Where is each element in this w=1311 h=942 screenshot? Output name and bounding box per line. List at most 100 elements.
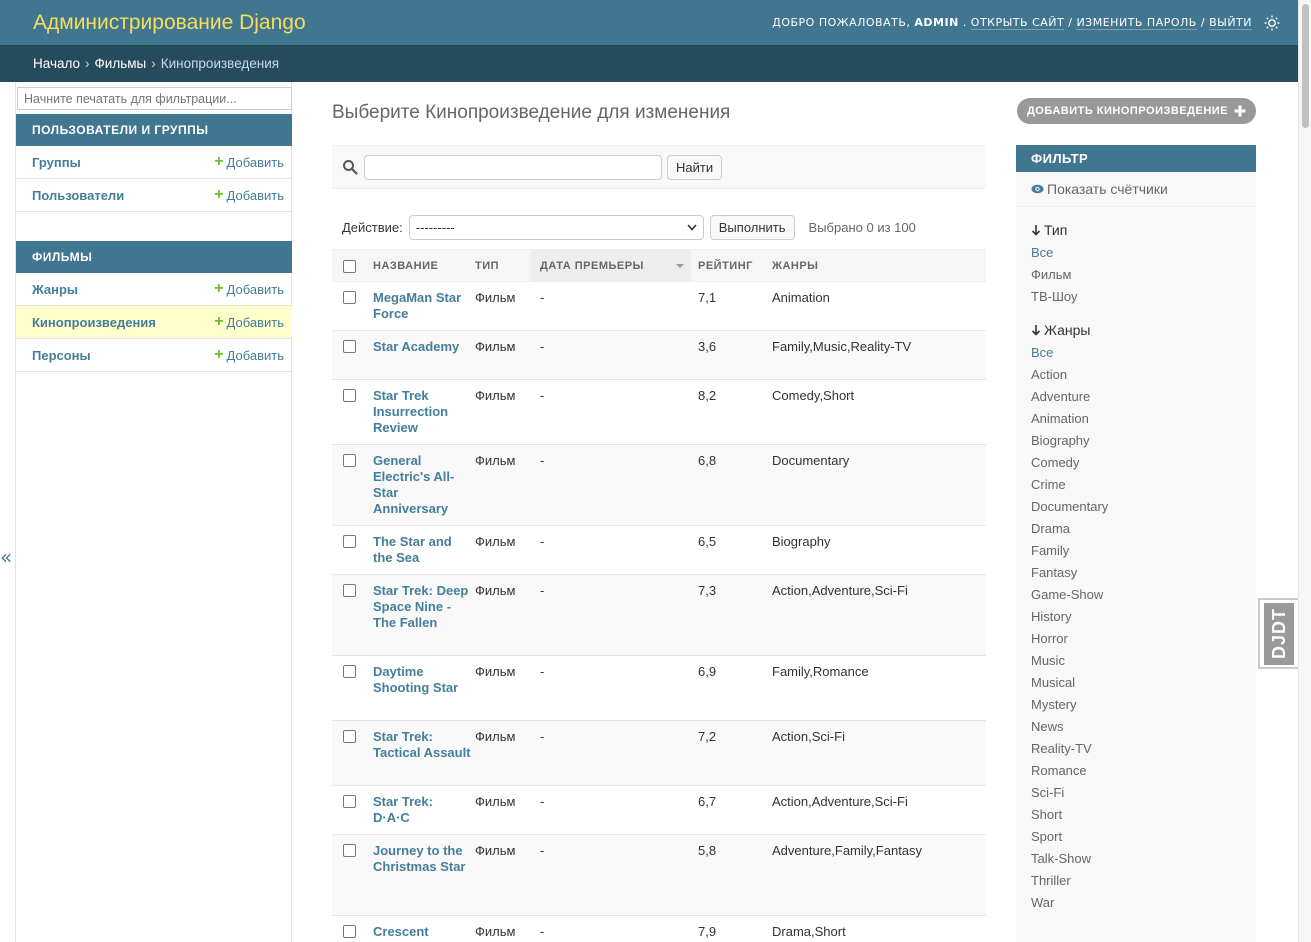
filter-option-genre[interactable]: Music xyxy=(1031,649,1241,671)
filter-heading-genres[interactable]: Жанры xyxy=(1016,319,1256,341)
sidebar-item-filmworks[interactable]: Кинопроизведения + Добавить xyxy=(16,306,292,339)
filter-option-genre[interactable]: War xyxy=(1031,891,1241,913)
logout-link[interactable]: ВЫЙТИ xyxy=(1209,16,1252,30)
row-title-link[interactable]: General Electric's All-Star Anniversary xyxy=(373,453,454,516)
select-all-checkbox[interactable] xyxy=(343,259,356,273)
row-checkbox[interactable] xyxy=(343,291,356,304)
add-link[interactable]: + Добавить xyxy=(214,314,284,330)
filter-option-genre[interactable]: Documentary xyxy=(1031,495,1241,517)
sidebar-item-genres[interactable]: Жанры + Добавить xyxy=(16,273,292,306)
column-header-rating[interactable]: РЕЙТИНГ xyxy=(691,260,765,272)
filter-option-genre[interactable]: Family xyxy=(1031,539,1241,561)
column-header-title[interactable]: НАЗВАНИЕ xyxy=(367,260,473,272)
filter-option-genre[interactable]: Musical xyxy=(1031,671,1241,693)
filter-option-genre[interactable]: Crime xyxy=(1031,473,1241,495)
search-input[interactable] xyxy=(364,154,662,180)
sidebar-item-users[interactable]: Пользователи + Добавить xyxy=(16,179,292,212)
filter-option-type[interactable]: Фильм xyxy=(1031,263,1241,285)
add-link[interactable]: + Добавить xyxy=(214,281,284,297)
filter-option-genre[interactable]: Game-Show xyxy=(1031,583,1241,605)
model-link[interactable]: Кинопроизведения xyxy=(32,315,156,330)
nav-filter-input[interactable] xyxy=(17,87,292,110)
filter-option-genre[interactable]: Animation xyxy=(1031,407,1241,429)
model-link[interactable]: Пользователи xyxy=(32,188,124,203)
row-title-link[interactable]: Star Trek: Deep Space Nine - The Fallen xyxy=(373,583,468,630)
row-title-link[interactable]: Daytime Shooting Star xyxy=(373,664,458,695)
row-title-link[interactable]: MegaMan Star Force xyxy=(373,290,461,321)
add-link[interactable]: + Добавить xyxy=(214,347,284,363)
row-checkbox[interactable] xyxy=(343,665,356,678)
filter-option-type[interactable]: ТВ-Шоу xyxy=(1031,285,1241,307)
sidebar-item-persons[interactable]: Персоны + Добавить xyxy=(16,339,292,372)
filter-option-genre[interactable]: Sci-Fi xyxy=(1031,781,1241,803)
filter-option-genre[interactable]: Drama xyxy=(1031,517,1241,539)
row-checkbox[interactable] xyxy=(343,730,356,743)
model-link[interactable]: Группы xyxy=(32,155,81,170)
add-filmwork-button[interactable]: ДОБАВИТЬ КИНОПРОИЗВЕДЕНИЕ xyxy=(1017,98,1256,124)
filter-option-genre[interactable]: Action xyxy=(1031,363,1241,385)
django-debug-toolbar-handle[interactable]: DJDT xyxy=(1258,598,1298,669)
row-premiere: - xyxy=(540,729,545,744)
column-header-type[interactable]: ТИП xyxy=(473,260,531,272)
page-scrollbar[interactable] xyxy=(1298,0,1311,942)
toggle-nav-sidebar-button[interactable]: « xyxy=(0,545,12,569)
filter-option-genre[interactable]: Sport xyxy=(1031,825,1241,847)
row-checkbox[interactable] xyxy=(343,925,356,938)
row-checkbox[interactable] xyxy=(343,389,356,402)
row-checkbox[interactable] xyxy=(343,844,356,857)
row-genres: Family,Music,Reality-TV xyxy=(772,339,912,354)
module-caption-movies[interactable]: ФИЛЬМЫ xyxy=(16,241,292,273)
row-checkbox[interactable] xyxy=(343,795,356,808)
filter-option-genre[interactable]: Thriller xyxy=(1031,869,1241,891)
filter-option-genre[interactable]: History xyxy=(1031,605,1241,627)
add-link[interactable]: + Добавить xyxy=(214,187,284,203)
filter-heading-type[interactable]: Тип xyxy=(1016,219,1256,241)
row-title-link[interactable]: The Star and the Sea xyxy=(373,534,452,565)
sort-descending-icon[interactable] xyxy=(675,263,685,269)
row-title-link[interactable]: Star Trek Insurrection Review xyxy=(373,388,448,435)
add-link[interactable]: + Добавить xyxy=(214,154,284,170)
view-site-link[interactable]: ОТКРЫТЬ САЙТ xyxy=(970,16,1065,30)
row-checkbox[interactable] xyxy=(343,340,356,353)
row-checkbox[interactable] xyxy=(343,454,356,467)
row-title-link[interactable]: Journey to the Christmas Star xyxy=(373,843,465,874)
filter-option-genre[interactable]: Adventure xyxy=(1031,385,1241,407)
filter-option-genre[interactable]: Horror xyxy=(1031,627,1241,649)
filter-option-genre[interactable]: Reality-TV xyxy=(1031,737,1241,759)
filter-option-genre[interactable]: Short xyxy=(1031,803,1241,825)
filter-option-genre[interactable]: News xyxy=(1031,715,1241,737)
show-counts-link[interactable]: Показать счётчики xyxy=(1016,172,1256,207)
breadcrumb-app[interactable]: Фильмы xyxy=(95,56,147,71)
column-header-genres[interactable]: ЖАНРЫ xyxy=(765,260,985,272)
filter-option-genre[interactable]: Romance xyxy=(1031,759,1241,781)
scrollbar-thumb[interactable] xyxy=(1302,4,1309,128)
filter-option-type[interactable]: Все xyxy=(1031,241,1241,263)
column-header-premiere[interactable]: ДАТА ПРЕМЬЕРЫ xyxy=(531,250,691,281)
action-go-button[interactable]: Выполнить xyxy=(709,214,795,240)
model-link[interactable]: Жанры xyxy=(32,282,78,297)
filter-option-genre[interactable]: Comedy xyxy=(1031,451,1241,473)
sidebar-item-groups[interactable]: Группы + Добавить xyxy=(16,146,292,179)
change-password-link[interactable]: ИЗМЕНИТЬ ПАРОЛЬ xyxy=(1076,16,1197,30)
filter-option-genre[interactable]: Mystery xyxy=(1031,693,1241,715)
filter-option-genre[interactable]: Biography xyxy=(1031,429,1241,451)
filter-option-genre[interactable]: Все xyxy=(1031,341,1241,363)
breadcrumb: Начало › Фильмы › Кинопроизведения xyxy=(0,45,1298,82)
module-caption-auth[interactable]: ПОЛЬЗОВАТЕЛИ И ГРУППЫ xyxy=(16,114,292,146)
model-link[interactable]: Персоны xyxy=(32,348,91,363)
breadcrumb-home[interactable]: Начало xyxy=(33,56,80,71)
row-title-link[interactable]: Crescent xyxy=(373,924,429,939)
row-title-link[interactable]: Star Trek: D·A·C xyxy=(373,794,433,825)
table-row: Star Trek Insurrection Review Фильм - 8,2 Co… xyxy=(332,380,986,445)
search-button[interactable]: Найти xyxy=(667,154,723,180)
theme-toggle-icon[interactable] xyxy=(1264,15,1280,31)
site-branding[interactable]: Администрирование Django xyxy=(33,11,306,35)
filter-option-genre[interactable]: Fantasy xyxy=(1031,561,1241,583)
row-checkbox[interactable] xyxy=(343,535,356,548)
row-checkbox[interactable] xyxy=(343,584,356,597)
row-title-link[interactable]: Star Academy xyxy=(373,339,459,354)
row-type: Фильм xyxy=(475,583,516,598)
row-title-link[interactable]: Star Trek: Tactical Assault xyxy=(373,729,471,760)
filter-option-genre[interactable]: Talk-Show xyxy=(1031,847,1241,869)
action-select[interactable]: --------- xyxy=(408,214,704,240)
